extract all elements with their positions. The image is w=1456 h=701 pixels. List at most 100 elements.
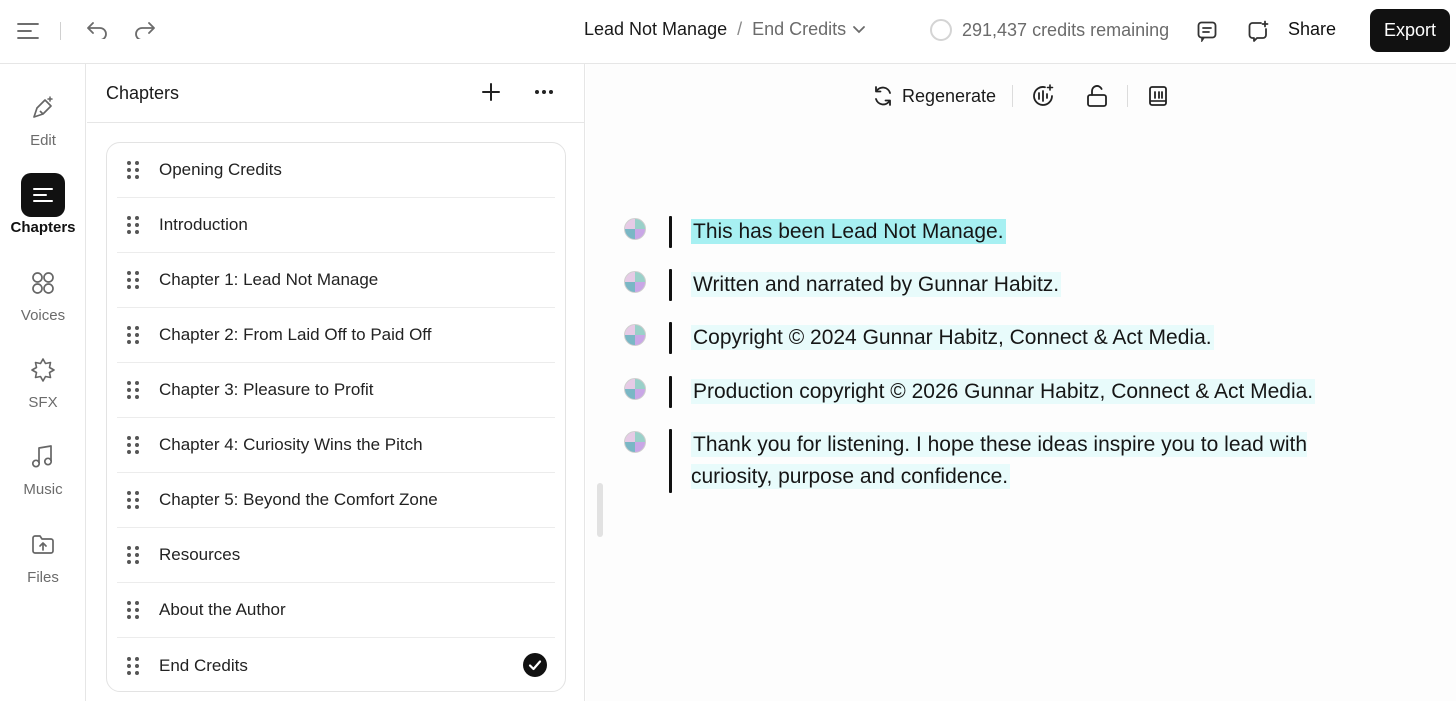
rail-item-label: Files [27,569,59,586]
drag-handle-icon[interactable] [127,326,139,344]
pronunciation-button[interactable] [1144,82,1172,110]
drag-handle-icon[interactable] [127,381,139,399]
credits-ring-icon [930,19,952,41]
project-title[interactable]: Lead Not Manage [584,19,727,40]
toolbar-divider [1127,85,1129,107]
chapter-title: About the Author [159,600,286,619]
paragraph-block[interactable]: Thank you for listening. I hope these id… [624,429,1444,493]
credits-remaining: 291,437 credits remaining [962,19,1170,40]
unlock-icon [1087,85,1107,107]
breadcrumb: Lead Not Manage / End Credits [584,19,866,40]
chapters-panel-title: Chapters [106,83,180,103]
rail-item-files[interactable]: Files [0,523,86,586]
paragraph-text[interactable]: This has been Lead Not Manage. [691,216,1006,248]
book-bars-icon [1149,86,1167,106]
rail-item-music[interactable]: Music [0,435,86,498]
plus-icon [482,83,500,101]
rail-item-chapters[interactable]: Chapters [0,173,86,236]
rail-item-voices[interactable]: Voices [0,261,86,324]
paragraph-sentence[interactable]: Thank you for listening. I hope these id… [691,432,1308,489]
voice-avatar-icon[interactable] [624,378,646,400]
undo-icon[interactable] [84,18,110,42]
paragraph-marker [669,376,672,408]
add-chapter-button[interactable] [480,81,502,108]
chapter-title: Chapter 1: Lead Not Manage [159,270,379,289]
panel-resize-handle[interactable] [597,483,603,537]
current-chapter: End Credits [752,19,847,39]
chapter-title: Resources [159,545,241,564]
chapter-row[interactable]: Resources [117,528,555,583]
chapter-row[interactable]: About the Author [117,583,555,638]
checkmark-icon [523,653,547,677]
paragraph-marker [669,322,672,354]
rail-item-label: Edit [30,132,56,149]
paragraph-text[interactable]: Production copyright © 2026 Gunnar Habit… [691,376,1316,408]
chapter-title: Chapter 4: Curiosity Wins the Pitch [159,435,423,454]
paragraph-block[interactable]: Written and narrated by Gunnar Habitz. [624,269,1444,301]
drag-handle-icon[interactable] [127,271,139,289]
lines-icon [21,173,65,217]
chapter-row[interactable]: Chapter 1: Lead Not Manage [117,253,555,308]
paragraph-sentence[interactable]: Written and narrated by Gunnar Habitz. [691,272,1062,297]
paragraph-sentence[interactable]: Production copyright © 2026 Gunnar Habit… [691,379,1316,404]
chapter-list: Opening Credits Introduction Chapter 1: … [106,142,566,692]
chapter-title: Introduction [159,215,248,234]
drag-handle-icon[interactable] [127,161,139,179]
share-button[interactable]: Share [1288,19,1336,40]
drag-handle-icon[interactable] [127,656,139,675]
breadcrumb-separator: / [737,19,743,39]
chapter-row[interactable]: Chapter 2: From Laid Off to Paid Off [117,308,555,363]
chapter-title: Chapter 5: Beyond the Comfort Zone [159,490,438,509]
rail-item-label: Voices [20,307,66,324]
chapter-row-selected[interactable]: End Credits [117,638,555,691]
drag-handle-icon[interactable] [127,601,139,619]
chapter-row[interactable]: Opening Credits [117,143,555,198]
voice-avatar-icon[interactable] [624,218,646,240]
lock-button[interactable] [1083,82,1111,110]
paragraph-sentence[interactable]: This has been Lead Not Manage. [691,219,1006,244]
paragraph-block[interactable]: This has been Lead Not Manage. [624,216,1444,248]
chapter-title: Chapter 3: Pleasure to Profit [159,380,374,399]
paragraph-marker [669,269,672,301]
drag-handle-icon[interactable] [127,436,139,454]
paragraph-sentence[interactable]: Copyright © 2024 Gunnar Habitz, Connect … [691,325,1214,350]
rail-item-sfx[interactable]: SFX [0,348,86,411]
rail-item-edit[interactable]: Edit [0,86,86,149]
paragraph-marker [669,216,672,248]
audio-add-button[interactable] [1029,82,1057,110]
comment-icon[interactable] [1195,19,1219,43]
credits-indicator: 291,437 credits remaining [930,19,1169,41]
rail-item-label: Music [23,481,63,498]
editor-area: Regenerate This has been Lead Not Manage… [586,64,1456,701]
chapter-row[interactable]: Introduction [117,198,555,253]
voice-avatar-icon[interactable] [624,324,646,346]
voice-avatar-icon[interactable] [624,271,646,293]
voice-avatar-icon[interactable] [624,431,646,453]
add-comment-icon[interactable] [1246,19,1270,43]
drag-handle-icon[interactable] [127,216,139,234]
paragraph-text[interactable]: Written and narrated by Gunnar Habitz. [691,269,1062,301]
paragraph-marker [669,429,672,493]
export-button[interactable]: Export [1370,9,1450,52]
paragraph-block[interactable]: Production copyright © 2026 Gunnar Habit… [624,376,1444,408]
regenerate-button[interactable]: Regenerate [872,85,996,107]
redo-icon[interactable] [132,18,158,42]
chapter-selector[interactable]: End Credits [752,19,866,40]
editor-toolbar: Regenerate [872,82,1172,110]
chapter-row[interactable]: Chapter 5: Beyond the Comfort Zone [117,473,555,528]
menu-icon[interactable] [16,20,40,42]
chapters-more-button[interactable] [533,81,555,108]
paragraph-block[interactable]: Copyright © 2024 Gunnar Habitz, Connect … [624,322,1444,354]
chapter-row[interactable]: Chapter 3: Pleasure to Profit [117,363,555,418]
paragraph-text[interactable]: Thank you for listening. I hope these id… [691,429,1381,493]
more-horizontal-icon [535,90,553,94]
chapters-panel: Chapters Opening Credits Introduction Ch… [87,64,585,701]
paragraph-text[interactable]: Copyright © 2024 Gunnar Habitz, Connect … [691,322,1214,354]
rail-item-label: Chapters [10,219,76,236]
burst-icon [21,348,65,392]
chapter-row[interactable]: Chapter 4: Curiosity Wins the Pitch [117,418,555,473]
drag-handle-icon[interactable] [127,546,139,564]
pen-sparkle-icon [21,86,65,130]
drag-handle-icon[interactable] [127,491,139,509]
refresh-icon [875,86,891,106]
